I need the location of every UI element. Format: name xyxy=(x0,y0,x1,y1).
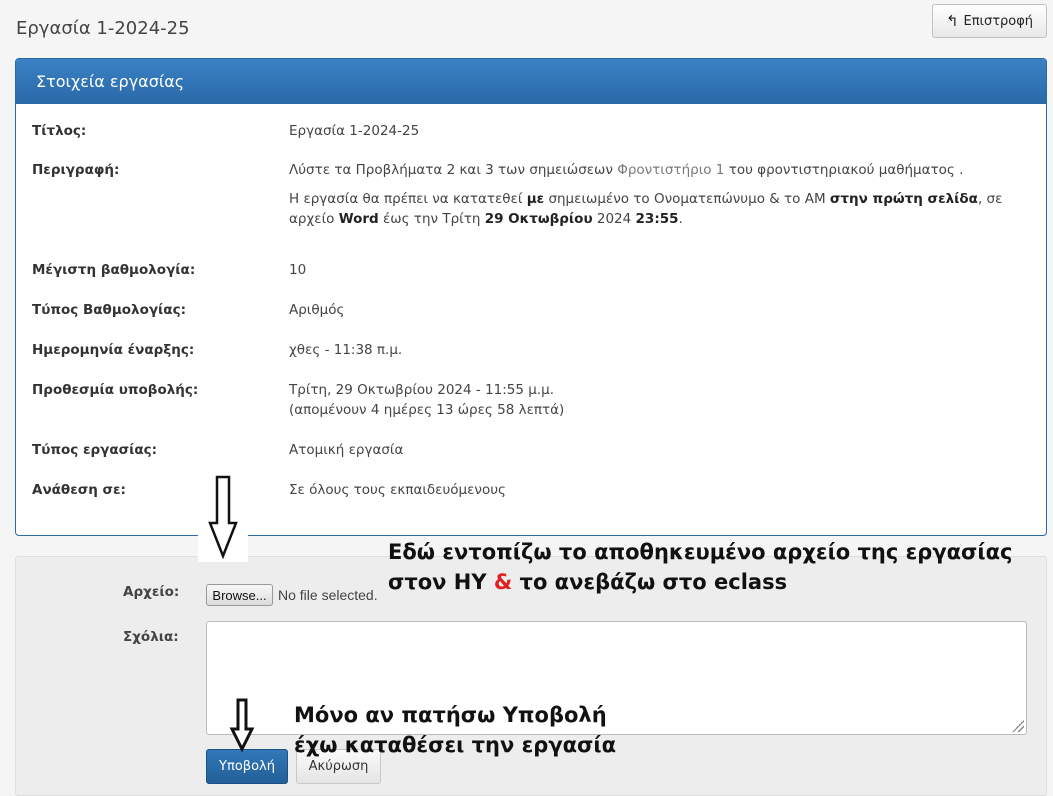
description-text: Λύστε τα Προβλήματα 2 και 3 των σημειώσε… xyxy=(289,162,618,178)
text: Η εργασία θα πρέπει να κατατεθεί xyxy=(289,191,527,207)
down-arrow-icon xyxy=(229,698,255,753)
description-paragraph2: Η εργασία θα πρέπει να κατατεθεί με σημε… xyxy=(289,189,1034,229)
bold-text: 23:55 xyxy=(635,211,679,227)
submit-annotation-line2: έχω καταθέσει την εργασία xyxy=(294,733,617,757)
start-date-label: Ημερομηνία έναρξης: xyxy=(32,342,195,358)
bold-text: 29 Οκτωβρίου xyxy=(484,211,593,227)
submit-annotation: Μόνο αν πατήσω Υποβολή έχω καταθέσει την… xyxy=(294,700,616,760)
back-button[interactable]: ↰ Επιστροφή xyxy=(932,4,1047,38)
description-value: Λύστε τα Προβλήματα 2 και 3 των σημειώσε… xyxy=(289,160,1034,229)
assignment-type-value: Ατομική εργασία xyxy=(289,442,404,458)
assigned-to-value: Σε όλους τους εκπαιδευόμενους xyxy=(289,482,506,498)
text: σημειωμένο το Ονοματεπώνυμο & το ΑΜ xyxy=(544,191,830,207)
resize-handle-icon[interactable] xyxy=(1012,720,1024,732)
description-label: Περιγραφή: xyxy=(32,162,120,178)
bold-text: Word xyxy=(338,211,379,227)
text: 2024 xyxy=(592,211,636,227)
file-label: Αρχείο: xyxy=(123,584,180,600)
ampersand: & xyxy=(493,570,513,594)
max-grade-label: Μέγιστη βαθμολογία: xyxy=(32,262,196,278)
deadline-value: Τρίτη, 29 Οκτωβρίου 2024 - 11:55 μ.μ. (α… xyxy=(289,380,1034,420)
description-text: του φροντιστηριακού μαθήματος . xyxy=(724,162,964,178)
back-button-label: Επιστροφή xyxy=(963,13,1034,29)
text: στον ΗΥ xyxy=(388,570,494,594)
text: . xyxy=(678,211,683,227)
deadline-date: Τρίτη, 29 Οκτωβρίου 2024 - 11:55 μ.μ. xyxy=(289,382,555,398)
upload-annotation-line1: Εδώ εντοπίζω το αποθηκευμένο αρχείο της … xyxy=(388,540,1013,564)
no-file-status: No file selected. xyxy=(278,587,378,603)
page-title: Εργασία 1-2024-25 xyxy=(16,18,190,39)
comments-label: Σχόλια: xyxy=(123,629,179,645)
grading-type-label: Τύπος Βαθμολογίας: xyxy=(32,302,186,318)
start-date-value: χθες - 11:38 π.μ. xyxy=(289,342,403,358)
description-line1: Λύστε τα Προβλήματα 2 και 3 των σημειώσε… xyxy=(289,160,1034,180)
upload-annotation-line2: στον ΗΥ & το ανεβάζω στο eclass xyxy=(388,567,1012,597)
browse-button[interactable]: Browse... xyxy=(206,584,273,606)
assignment-type-label: Τύπος εργασίας: xyxy=(32,442,158,458)
assigned-to-label: Ανάθεση σε: xyxy=(32,482,126,498)
deadline-label: Προθεσμία υποβολής: xyxy=(32,382,199,398)
bold-text: στην πρώτη σελίδα xyxy=(829,191,978,207)
grading-type-value: Αριθμός xyxy=(289,302,345,318)
text: το ανεβάζω στο eclass xyxy=(512,570,788,594)
text: έως την Τρίτη xyxy=(378,211,485,227)
deadline-remaining: (απομένουν 4 ημέρες 13 ώρες 58 λεπτά) xyxy=(289,402,565,418)
panel-title: Στοιχεία εργασίας xyxy=(16,59,1046,104)
down-arrow-icon xyxy=(198,470,248,562)
tutorial-link[interactable]: Φροντιστήριο 1 xyxy=(617,162,724,178)
submit-button[interactable]: Υποβολή xyxy=(206,749,288,784)
upload-annotation: Εδώ εντοπίζω το αποθηκευμένο αρχείο της … xyxy=(388,537,1012,597)
submit-annotation-line1: Μόνο αν πατήσω Υποβολή xyxy=(294,703,607,727)
max-grade-value: 10 xyxy=(289,262,307,278)
assignment-details-panel: Στοιχεία εργασίας Τίτλος: Εργασία 1-2024… xyxy=(15,58,1047,536)
reply-arrow-icon: ↰ xyxy=(945,11,959,30)
bold-text: με xyxy=(526,191,545,207)
title-value: Εργασία 1-2024-25 xyxy=(289,123,420,139)
title-label: Τίτλος: xyxy=(32,123,87,139)
